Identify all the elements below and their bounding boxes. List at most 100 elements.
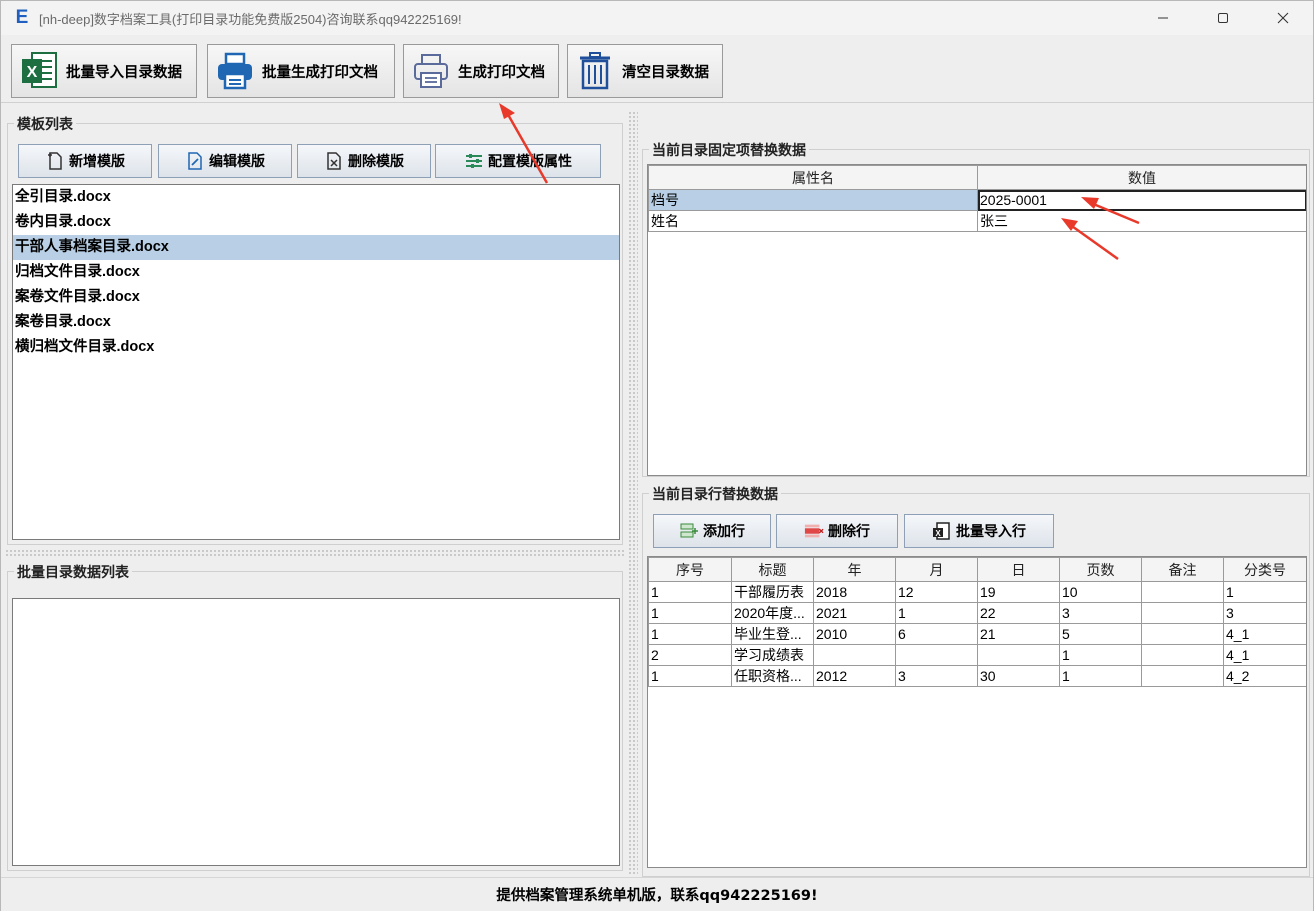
fixed-data-panel: 当前目录固定项替换数据 属性名 数值 档号 2025-0001 姓名 张三 — [642, 111, 1310, 477]
table-cell[interactable]: 任职资格... — [731, 665, 814, 687]
table-row[interactable]: 1 任职资格... 2012 3 30 1 4_2 — [648, 665, 1306, 687]
table-row[interactable]: 1 干部履历表 2018 12 19 10 1 — [648, 581, 1306, 603]
table-cell[interactable]: 干部履历表 — [731, 581, 814, 603]
close-icon[interactable] — [1253, 1, 1313, 35]
table-cell[interactable]: 2012 — [813, 665, 896, 687]
column-header-value[interactable]: 数值 — [977, 165, 1306, 190]
table-cell[interactable] — [1141, 623, 1224, 645]
property-value-cell[interactable]: 张三 — [977, 210, 1306, 232]
maximize-icon[interactable] — [1193, 1, 1253, 35]
table-cell[interactable] — [895, 644, 978, 666]
add-row-button[interactable]: 添加行 — [653, 514, 771, 548]
table-cell[interactable]: 3 — [1059, 602, 1142, 624]
table-row[interactable]: 2 学习成绩表 1 4_1 — [648, 644, 1306, 666]
fixed-data-group: 当前目录固定项替换数据 属性名 数值 档号 2025-0001 姓名 张三 — [642, 140, 1310, 477]
column-header[interactable]: 备注 — [1141, 557, 1224, 582]
add-template-button[interactable]: 新增模版 — [18, 144, 152, 178]
table-row[interactable]: 1 2020年度... 2021 1 22 3 3 — [648, 602, 1306, 624]
clear-catalog-button[interactable]: 清空目录数据 — [567, 44, 723, 98]
column-header-name[interactable]: 属性名 — [648, 165, 978, 190]
row-data-panel: 当前目录行替换数据 添加行 删除行 X 批量导入行 序号 标题 年 月 日 页数… — [642, 479, 1310, 877]
template-name: 横归档文件目录 — [15, 339, 117, 355]
table-cell[interactable] — [1141, 665, 1224, 687]
table-cell[interactable]: 1 — [648, 581, 732, 603]
table-cell[interactable]: 1 — [1059, 644, 1142, 666]
table-cell[interactable]: 4_2 — [1223, 665, 1306, 687]
column-header[interactable]: 日 — [977, 557, 1060, 582]
property-value-cell[interactable]: 2025-0001 — [977, 189, 1306, 211]
fixed-data-panel-title: 当前目录固定项替换数据 — [649, 140, 809, 160]
table-cell[interactable]: 6 — [895, 623, 978, 645]
table-cell[interactable]: 1 — [648, 602, 732, 624]
table-cell[interactable]: 30 — [977, 665, 1060, 687]
row-data-panel-title: 当前目录行替换数据 — [649, 484, 781, 504]
minimize-icon[interactable] — [1133, 1, 1193, 35]
table-cell[interactable]: 3 — [895, 665, 978, 687]
list-item[interactable]: 干部人事档案目录.docx — [13, 235, 619, 260]
delete-row-button[interactable]: 删除行 — [776, 514, 898, 548]
table-cell[interactable]: 5 — [1059, 623, 1142, 645]
table-cell[interactable]: 2021 — [813, 602, 896, 624]
list-item[interactable]: 横归档文件目录.docx — [13, 335, 619, 360]
list-item[interactable]: 案卷目录.docx — [13, 310, 619, 335]
template-list[interactable]: 全引目录.docx 卷内目录.docx 干部人事档案目录.docx 归档文件目录.do… — [12, 184, 620, 540]
horizontal-splitter[interactable] — [5, 549, 625, 557]
batch-import-catalog-button[interactable]: X 批量导入目录数据 — [11, 44, 197, 98]
vertical-splitter[interactable] — [628, 111, 638, 875]
table-cell[interactable] — [813, 644, 896, 666]
delete-template-button[interactable]: 删除模版 — [297, 144, 431, 178]
table-cell[interactable]: 2 — [648, 644, 732, 666]
batch-data-list[interactable] — [12, 598, 620, 866]
edit-template-button[interactable]: 编辑模版 — [158, 144, 292, 178]
table-cell[interactable]: 22 — [977, 602, 1060, 624]
column-header[interactable]: 月 — [895, 557, 978, 582]
batch-generate-print-button[interactable]: 批量生成打印文档 — [207, 44, 395, 98]
list-item[interactable]: 卷内目录.docx — [13, 210, 619, 235]
delete-template-label: 删除模版 — [348, 154, 404, 170]
property-name-cell[interactable]: 姓名 — [648, 210, 978, 232]
table-cell[interactable]: 12 — [895, 581, 978, 603]
table-cell[interactable]: 3 — [1223, 602, 1306, 624]
table-cell[interactable]: 学习成绩表 — [731, 644, 814, 666]
property-name-cell[interactable]: 档号 — [648, 189, 978, 211]
table-cell[interactable]: 2018 — [813, 581, 896, 603]
batch-import-rows-button[interactable]: X 批量导入行 — [904, 514, 1054, 548]
table-cell[interactable]: 21 — [977, 623, 1060, 645]
table-cell[interactable]: 4_1 — [1223, 623, 1306, 645]
table-cell[interactable]: 1 — [895, 602, 978, 624]
table-cell[interactable]: 4_1 — [1223, 644, 1306, 666]
column-header[interactable]: 标题 — [731, 557, 814, 582]
trash-icon — [574, 50, 616, 92]
table-cell[interactable] — [1141, 602, 1224, 624]
table-cell[interactable]: 毕业生登... — [731, 623, 814, 645]
delete-file-icon — [324, 151, 344, 171]
list-item[interactable]: 归档文件目录.docx — [13, 260, 619, 285]
table-row[interactable]: 1 毕业生登... 2010 6 21 5 4_1 — [648, 623, 1306, 645]
template-extension: .docx — [131, 239, 169, 255]
table-cell[interactable] — [977, 644, 1060, 666]
table-cell[interactable] — [1141, 644, 1224, 666]
table-cell[interactable]: 1 — [648, 623, 732, 645]
table-row[interactable]: 姓名 张三 — [648, 210, 1306, 232]
table-cell[interactable]: 1 — [1223, 581, 1306, 603]
table-cell[interactable]: 2020年度... — [731, 602, 814, 624]
template-extension: .docx — [116, 339, 155, 355]
generate-print-button[interactable]: 生成打印文档 — [403, 44, 559, 98]
column-header[interactable]: 页数 — [1059, 557, 1142, 582]
list-item[interactable]: 全引目录.docx — [13, 185, 619, 210]
config-template-props-button[interactable]: 配置模版属性 — [435, 144, 601, 178]
table-cell[interactable] — [1141, 581, 1224, 603]
table-cell[interactable]: 1 — [1059, 665, 1142, 687]
table-row[interactable]: 档号 2025-0001 — [648, 189, 1306, 211]
table-cell[interactable]: 10 — [1059, 581, 1142, 603]
table-cell[interactable]: 19 — [977, 581, 1060, 603]
table-cell[interactable]: 2010 — [813, 623, 896, 645]
column-header[interactable]: 序号 — [648, 557, 732, 582]
table-cell[interactable]: 1 — [648, 665, 732, 687]
printer-outline-icon — [410, 50, 452, 92]
row-data-group: 当前目录行替换数据 添加行 删除行 X 批量导入行 序号 标题 年 月 日 页数… — [642, 484, 1310, 877]
column-header[interactable]: 分类号 — [1223, 557, 1306, 582]
list-item[interactable]: 案卷文件目录.docx — [13, 285, 619, 310]
fixed-data-table: 属性名 数值 档号 2025-0001 姓名 张三 — [648, 165, 1306, 232]
column-header[interactable]: 年 — [813, 557, 896, 582]
